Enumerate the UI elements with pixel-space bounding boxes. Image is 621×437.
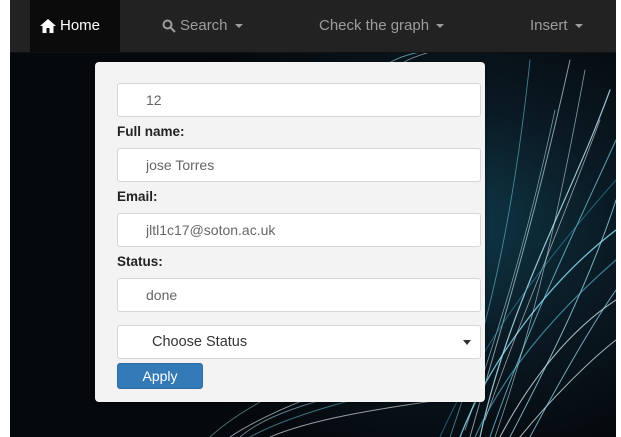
navbar: Home Search Check the graph Insert bbox=[10, 0, 616, 53]
nav-home-label: Home bbox=[60, 17, 101, 34]
nav-check-graph-label: Check the graph bbox=[319, 17, 430, 34]
nav-check-graph[interactable]: Check the graph bbox=[319, 0, 445, 52]
nav-insert-label: Insert bbox=[530, 17, 568, 34]
chevron-down-icon bbox=[234, 24, 243, 29]
home-icon bbox=[40, 19, 56, 34]
chevron-down-icon bbox=[574, 24, 583, 29]
chevron-down-icon bbox=[436, 24, 445, 29]
app-frame: Home Search Check the graph Insert Full … bbox=[10, 0, 616, 437]
full-name-field[interactable] bbox=[117, 148, 481, 182]
nav-search-label: Search bbox=[180, 17, 228, 34]
status-field[interactable] bbox=[117, 278, 481, 312]
edit-record-panel: Full name: Email: Status: Choose Status … bbox=[95, 62, 485, 402]
full-name-label: Full name: bbox=[117, 124, 185, 139]
email-label: Email: bbox=[117, 189, 158, 204]
apply-button[interactable]: Apply bbox=[117, 363, 203, 389]
search-icon bbox=[162, 19, 176, 33]
nav-search[interactable]: Search bbox=[162, 0, 243, 52]
id-field[interactable] bbox=[117, 83, 481, 117]
status-select[interactable]: Choose Status bbox=[117, 325, 481, 359]
email-field[interactable] bbox=[117, 213, 481, 247]
nav-insert[interactable]: Insert bbox=[530, 0, 583, 52]
dropdown-arrow-icon bbox=[463, 340, 471, 345]
nav-home[interactable]: Home bbox=[30, 0, 121, 52]
status-select-value: Choose Status bbox=[152, 334, 248, 350]
status-label: Status: bbox=[117, 254, 163, 269]
